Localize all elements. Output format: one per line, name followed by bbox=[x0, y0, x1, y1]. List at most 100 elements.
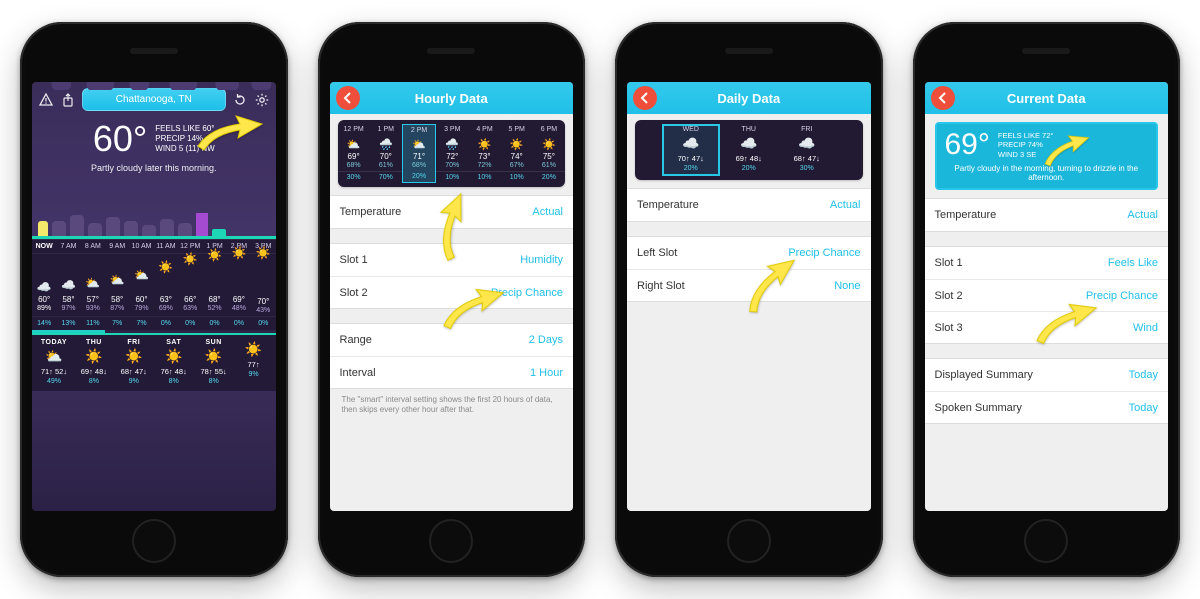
daily-strip[interactable]: TODAY⛅71↑ 52↓49%THU☀️69↑ 48↓8%FRI☀️68↑ 4… bbox=[32, 333, 276, 391]
screen: Chattanooga, TN 60° FEELS LIKE 60° PRECI… bbox=[32, 82, 276, 511]
settings-row[interactable]: Range2 Days bbox=[330, 324, 574, 356]
day-precip: 20% bbox=[684, 165, 698, 172]
back-button[interactable] bbox=[336, 86, 360, 110]
preview-day-col: FRI☁️68↑ 47↓30% bbox=[778, 124, 836, 176]
day-precip: 8% bbox=[89, 378, 99, 385]
navbar: Hourly Data bbox=[330, 82, 574, 114]
settings-row[interactable]: TemperatureActual bbox=[925, 199, 1169, 231]
hour-temp: 66° bbox=[184, 295, 196, 304]
day-temps: 77↑ bbox=[248, 360, 260, 369]
preview-hour-head: 6 PM bbox=[533, 124, 565, 136]
settings-row[interactable]: TemperatureActual bbox=[330, 196, 574, 228]
hourly-strip[interactable]: NOW7 AM8 AM9 AM10 AM11 AM12 PM1 PM2 PM3 … bbox=[32, 239, 276, 333]
day-precip: 8% bbox=[169, 378, 179, 385]
feels-like-label: FEELS LIKE 72° bbox=[998, 131, 1054, 140]
preview-hour-head: 4 PM bbox=[468, 124, 500, 136]
condition-icon: ☀️ bbox=[165, 348, 182, 365]
condition-icon: ☀️ bbox=[542, 138, 556, 151]
settings-list: TemperatureActual Slot 1Feels LikeSlot 2P… bbox=[925, 198, 1169, 424]
preview-precip: 20% bbox=[533, 171, 565, 183]
day-col[interactable]: ☀️77↑ 9% bbox=[234, 339, 274, 385]
day-precip: 30% bbox=[800, 165, 814, 172]
settings-row[interactable]: Slot 2Precip Chance bbox=[925, 279, 1169, 311]
precip-cell: 11% bbox=[81, 317, 105, 330]
day-col[interactable]: TODAY⛅71↑ 52↓49% bbox=[34, 339, 74, 385]
settings-row[interactable]: Slot 1 Humidity bbox=[330, 244, 574, 276]
row-label: Spoken Summary bbox=[935, 402, 1022, 414]
day-col[interactable]: SAT☀️76↑ 48↓8% bbox=[154, 339, 194, 385]
hero-temp: 60° bbox=[93, 121, 147, 157]
gear-icon[interactable] bbox=[254, 92, 270, 108]
precip-label: PRECIP 74% bbox=[998, 140, 1054, 149]
refresh-icon[interactable] bbox=[232, 92, 248, 108]
row-label: Slot 1 bbox=[340, 254, 368, 266]
settings-list: TemperatureActual Slot 1 Humidity Slot 2Pre… bbox=[330, 195, 574, 389]
hour-col[interactable]: ☀️63°69% bbox=[154, 254, 178, 316]
settings-row[interactable]: Left Slot Precip Chance bbox=[627, 237, 871, 269]
preview-hour-col: ☀️74°67% bbox=[501, 136, 533, 171]
day-label: SUN bbox=[206, 339, 222, 346]
condition-icon: ⛅ bbox=[110, 260, 125, 294]
condition-icon: ☁️ bbox=[798, 135, 815, 152]
row-value: Actual bbox=[1127, 209, 1158, 221]
settings-row[interactable]: TemperatureActual bbox=[627, 189, 871, 221]
hero-summary: Partly cloudy later this morning. bbox=[40, 163, 268, 173]
settings-row[interactable]: Right SlotNone bbox=[627, 269, 871, 301]
hour-col[interactable]: ☁️60°89% bbox=[32, 254, 56, 316]
row-label: Slot 2 bbox=[340, 287, 368, 299]
hour-head: 10 AM bbox=[129, 240, 153, 253]
precip-cell: 7% bbox=[105, 317, 129, 330]
row-label: Left Slot bbox=[637, 247, 677, 259]
preview-precip: 10% bbox=[468, 171, 500, 183]
hourly-preview: 12 PM1 PM2 PM3 PM4 PM5 PM6 PM ⛅69°68%🌧️7… bbox=[338, 120, 566, 187]
row-label: Displayed Summary bbox=[935, 369, 1033, 381]
hour-humidity: 93% bbox=[86, 305, 100, 312]
day-col[interactable]: SUN☀️78↑ 55↓8% bbox=[194, 339, 234, 385]
preview-temp: 74° bbox=[511, 152, 523, 161]
hour-temp: 60° bbox=[38, 295, 50, 304]
hour-col[interactable]: ☀️66°63% bbox=[178, 254, 202, 316]
condition-icon: ☀️ bbox=[231, 260, 246, 294]
settings-row[interactable]: Spoken SummaryToday bbox=[925, 391, 1169, 423]
settings-row[interactable]: Slot 2Precip Chance bbox=[330, 276, 574, 308]
condition-icon: 🌧️ bbox=[445, 138, 459, 151]
nav-title: Hourly Data bbox=[415, 91, 488, 106]
preview-precip: 10% bbox=[436, 171, 468, 183]
day-col[interactable]: FRI☀️68↑ 47↓9% bbox=[114, 339, 154, 385]
settings-row[interactable]: Interval1 Hour bbox=[330, 356, 574, 388]
hour-head: 7 AM bbox=[56, 240, 80, 253]
settings-row[interactable]: Slot 1Feels Like bbox=[925, 247, 1169, 279]
share-icon[interactable] bbox=[60, 92, 76, 108]
hour-col[interactable]: ☁️58°97% bbox=[56, 254, 80, 316]
row-label: Interval bbox=[340, 367, 376, 379]
day-label: SAT bbox=[166, 339, 181, 346]
day-label: FRI bbox=[127, 339, 140, 346]
preview-humidity: 68% bbox=[412, 162, 426, 169]
current-temp: 69° bbox=[945, 130, 990, 160]
day-col[interactable]: THU☀️69↑ 48↓8% bbox=[74, 339, 114, 385]
hour-temp: 58° bbox=[62, 295, 74, 304]
hour-col[interactable]: ☀️70°43% bbox=[251, 254, 275, 316]
settings-row[interactable]: Displayed SummaryToday bbox=[925, 359, 1169, 391]
warning-icon[interactable] bbox=[38, 92, 54, 108]
hour-col[interactable]: ⛅60°79% bbox=[129, 254, 153, 316]
back-button[interactable] bbox=[633, 86, 657, 110]
settings-row[interactable]: Slot 3Wind bbox=[925, 311, 1169, 343]
row-label: Temperature bbox=[637, 199, 699, 211]
row-value: 2 Days bbox=[529, 334, 563, 346]
hour-col[interactable]: ⛅57°93% bbox=[81, 254, 105, 316]
preview-hour-col: ⛅71°68% bbox=[402, 136, 436, 171]
preview-temp: 70° bbox=[380, 152, 392, 161]
preview-temp: 73° bbox=[478, 152, 490, 161]
back-button[interactable] bbox=[931, 86, 955, 110]
hour-col[interactable]: ☀️68°52% bbox=[202, 254, 226, 316]
row-value: Precip Chance bbox=[788, 247, 860, 259]
row-value: Humidity bbox=[520, 254, 563, 266]
hour-humidity: 87% bbox=[110, 305, 124, 312]
day-label: THU bbox=[742, 126, 756, 133]
hour-col[interactable]: ⛅58°87% bbox=[105, 254, 129, 316]
hour-temp: 69° bbox=[233, 295, 245, 304]
hour-col[interactable]: ☀️69°48% bbox=[227, 254, 251, 316]
hour-head: NOW bbox=[32, 240, 56, 253]
location-pill[interactable]: Chattanooga, TN bbox=[82, 88, 226, 111]
